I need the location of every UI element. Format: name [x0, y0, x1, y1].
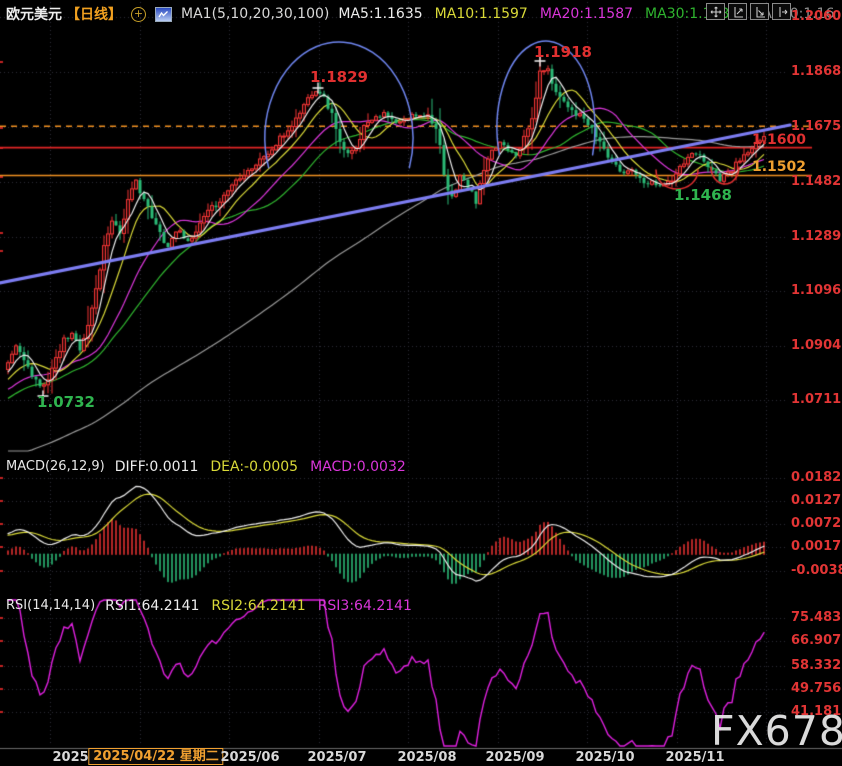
symbol-title: 欧元美元: [6, 4, 62, 24]
extreme-price-annotation: 1.1468: [674, 186, 732, 204]
macd_header-value: DIFF:0.0011: [115, 459, 199, 475]
indicator-chart-icon[interactable]: [155, 7, 172, 22]
extreme-price-annotation: 1.1918: [534, 43, 592, 61]
header-value: MA5:1.1635: [338, 6, 422, 22]
pan-icon[interactable]: [706, 3, 725, 20]
time-axis-label: 2025/08: [397, 750, 456, 765]
watermark: FX678: [711, 707, 842, 755]
header-value: MA10:1.1597: [435, 6, 528, 22]
rsi-header: RSI(14,14,14) RSI1:64.2141RSI2:64.2141RS…: [6, 598, 424, 614]
x-axis-scale-icon[interactable]: [750, 3, 769, 20]
rsi-axis[interactable]: 75.483266.907758.332349.756841.1813: [791, 0, 842, 766]
ma-settings-label: MA1(5,10,20,30,100): [181, 6, 329, 22]
rsi-axis-tick-label: 66.9077: [791, 634, 842, 648]
rsi-readouts: RSI1:64.2141 RSI2:64.2141 RSI3:64.2141: [105, 598, 424, 614]
chart-canvas[interactable]: [0, 0, 842, 766]
rsi-axis-tick-label: 75.4832: [791, 611, 842, 625]
macd-readouts: DIFF:0.0011 DEA:-0.0005 MACD:0.0032: [115, 459, 418, 475]
macd_header-value: MACD:0.0032: [310, 459, 406, 475]
rsi-params: RSI(14,14,14): [6, 598, 95, 614]
time-axis-label: 2025/07: [307, 750, 366, 765]
extreme-price-annotation: 1.1829: [310, 68, 368, 86]
macd-header: MACD(26,12,9) DIFF:0.0011 DEA:-0.0005 MACD…: [6, 459, 418, 475]
rsi_header-value: RSI3:64.2141: [318, 598, 412, 614]
time-axis-label: 2025/10: [575, 750, 634, 765]
chart-toolbar: [706, 3, 791, 20]
time-axis-label: 2025/09: [485, 750, 544, 765]
jump-latest-icon[interactable]: [772, 3, 791, 20]
time-axis-label: 2025/06: [220, 750, 279, 765]
macd-params: MACD(26,12,9): [6, 459, 105, 475]
y-axis-scale-icon[interactable]: [728, 3, 747, 20]
rsi_header-value: RSI2:64.2141: [211, 598, 305, 614]
timeframe-label: 【日线】: [66, 4, 122, 24]
extreme-price-annotation: 1.0732: [37, 393, 95, 411]
macd_header-value: DEA:-0.0005: [210, 459, 298, 475]
trading-chart-window: 欧元美元 【日线】 + MA1(5,10,20,30,100) MA5:1.16…: [0, 0, 842, 766]
header-value: MA20:1.1587: [540, 6, 633, 22]
selected-date-label: 2025/04/22 星期二: [88, 748, 223, 765]
rsi-axis-tick-label: 49.7568: [791, 682, 842, 696]
price-level-label: 1.1502: [752, 159, 800, 175]
rsi-axis-tick-label: 58.3323: [791, 659, 842, 673]
price-level-label: 1.1600: [752, 132, 800, 148]
add-overlay-icon[interactable]: +: [131, 7, 146, 22]
rsi_header-value: RSI1:64.2141: [105, 598, 199, 614]
